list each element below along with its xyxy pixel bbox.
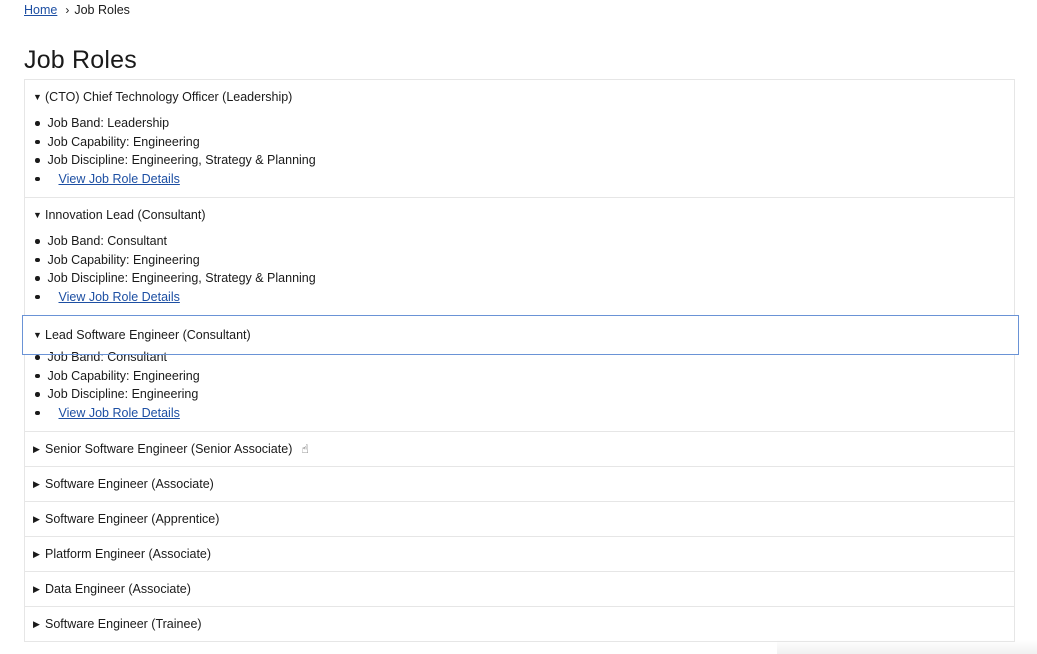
job-band-item: Job Band: Consultant <box>25 232 1014 251</box>
job-role-summary[interactable]: ▶ Platform Engineer (Associate) <box>25 537 1014 571</box>
job-role-link-item: View Job Role Details <box>25 404 1014 423</box>
bullet-icon <box>35 276 40 281</box>
job-discipline-item: Job Discipline: Engineering <box>25 385 1014 404</box>
job-role-summary[interactable]: ▶ Software Engineer (Trainee) <box>25 607 1014 641</box>
job-capability-text: Job Capability: Engineering <box>47 252 200 267</box>
bullet-icon <box>35 392 40 397</box>
scroll-shadow <box>777 640 1037 654</box>
bullet-icon <box>35 176 40 181</box>
hand-pointer-icon: ☝ <box>301 442 309 456</box>
job-role-summary[interactable]: ▶ Data Engineer (Associate) <box>25 572 1014 606</box>
job-role-summary[interactable]: ▼ (CTO) Chief Technology Officer (Leader… <box>25 80 1014 114</box>
collapsed-triangle-icon: ▶ <box>33 618 40 629</box>
job-capability-item: Job Capability: Engineering <box>25 133 1014 152</box>
job-role-item: ▶ Software Engineer (Associate) <box>24 467 1015 502</box>
bullet-icon <box>35 373 40 378</box>
bullet-icon <box>35 239 40 244</box>
job-role-link-item: View Job Role Details <box>25 288 1014 307</box>
view-job-role-details-link[interactable]: View Job Role Details <box>59 288 180 307</box>
job-role-summary[interactable]: ▶ Senior Software Engineer (Senior Assoc… <box>25 432 1014 466</box>
bullet-icon <box>35 257 40 262</box>
breadcrumb-home-link[interactable]: Home <box>24 0 57 20</box>
page-title: Job Roles <box>24 46 137 74</box>
job-discipline-text: Job Discipline: Engineering <box>47 387 199 401</box>
job-discipline-item: Job Discipline: Engineering, Strategy & … <box>25 269 1014 288</box>
job-role-summary[interactable]: ▼ Innovation Lead (Consultant) <box>25 198 1014 232</box>
view-job-role-details-link[interactable]: View Job Role Details <box>59 170 180 189</box>
job-discipline-text: Job Discipline: Engineering, Strategy & … <box>47 153 316 167</box>
page-container: Home › Job Roles Job Roles ▼ (CTO) Chief… <box>22 0 1019 642</box>
bullet-icon <box>35 294 40 299</box>
job-band-text: Job Band: Consultant <box>47 350 168 364</box>
job-role-details: Job Band: Consultant Job Capability: Eng… <box>25 232 1014 315</box>
job-role-item: ▼ (CTO) Chief Technology Officer (Leader… <box>24 80 1015 198</box>
expanded-triangle-icon: ▼ <box>33 209 42 220</box>
job-role-title: Platform Engineer (Associate) <box>45 547 212 561</box>
bullet-icon <box>35 355 40 360</box>
collapsed-triangle-icon: ▶ <box>33 443 40 454</box>
job-role-details: Job Band: Consultant Job Capability: Eng… <box>25 348 1014 431</box>
breadcrumb-separator: › <box>65 3 70 17</box>
job-role-title: Data Engineer (Associate) <box>45 582 191 596</box>
job-role-summary[interactable]: ▶ Software Engineer (Apprentice) <box>25 502 1014 536</box>
expanded-triangle-icon: ▼ <box>33 91 42 102</box>
job-band-item: Job Band: Leadership <box>25 114 1014 133</box>
job-roles-list: ▼ (CTO) Chief Technology Officer (Leader… <box>22 79 1019 642</box>
collapsed-triangle-icon: ▶ <box>33 548 40 559</box>
job-band-item: Job Band: Consultant <box>25 348 1014 367</box>
job-role-title: Software Engineer (Trainee) <box>45 617 202 631</box>
job-role-item: ▶ Data Engineer (Associate) <box>24 572 1015 607</box>
job-role-title: Software Engineer (Associate) <box>45 477 214 491</box>
job-role-item: ▶ Software Engineer (Apprentice) <box>24 502 1015 537</box>
job-discipline-text: Job Discipline: Engineering, Strategy & … <box>47 271 316 285</box>
job-role-summary[interactable]: ▶ Software Engineer (Associate) <box>25 467 1014 501</box>
job-role-details: Job Band: Leadership Job Capability: Eng… <box>25 114 1014 197</box>
bullet-icon <box>35 410 40 415</box>
job-role-item: ▶ Platform Engineer (Associate) <box>24 537 1015 572</box>
job-capability-text: Job Capability: Engineering <box>47 368 200 383</box>
job-role-link-item: View Job Role Details <box>25 170 1014 189</box>
job-band-text: Job Band: Leadership <box>47 116 170 130</box>
job-role-item: ▼ Lead Software Engineer (Consultant) Jo… <box>22 315 1019 432</box>
expanded-triangle-icon: ▼ <box>33 329 42 340</box>
job-band-text: Job Band: Consultant <box>47 234 168 248</box>
collapsed-triangle-icon: ▶ <box>33 583 40 594</box>
job-role-title: Innovation Lead (Consultant) <box>45 208 206 222</box>
job-capability-item: Job Capability: Engineering <box>25 367 1014 386</box>
breadcrumb-current: Job Roles <box>74 3 130 17</box>
job-capability-text: Job Capability: Engineering <box>47 134 200 149</box>
bullet-icon <box>35 139 40 144</box>
job-role-title: Software Engineer (Apprentice) <box>45 512 220 526</box>
breadcrumb: Home › Job Roles <box>24 0 1015 20</box>
bullet-icon <box>35 158 40 163</box>
job-role-item: ▶ Senior Software Engineer (Senior Assoc… <box>24 432 1015 467</box>
collapsed-triangle-icon: ▶ <box>33 513 40 524</box>
collapsed-triangle-icon: ▶ <box>33 478 40 489</box>
job-role-title: Lead Software Engineer (Consultant) <box>45 328 251 342</box>
bullet-icon <box>35 121 40 126</box>
job-role-item: ▼ Innovation Lead (Consultant) Job Band:… <box>24 198 1015 316</box>
job-role-item: ▶ Software Engineer (Trainee) <box>24 607 1015 642</box>
view-job-role-details-link[interactable]: View Job Role Details <box>59 404 180 423</box>
job-role-title: (CTO) Chief Technology Officer (Leadersh… <box>45 90 293 104</box>
job-capability-item: Job Capability: Engineering <box>25 251 1014 270</box>
job-discipline-item: Job Discipline: Engineering, Strategy & … <box>25 151 1014 170</box>
job-role-title: Senior Software Engineer (Senior Associa… <box>45 442 293 456</box>
